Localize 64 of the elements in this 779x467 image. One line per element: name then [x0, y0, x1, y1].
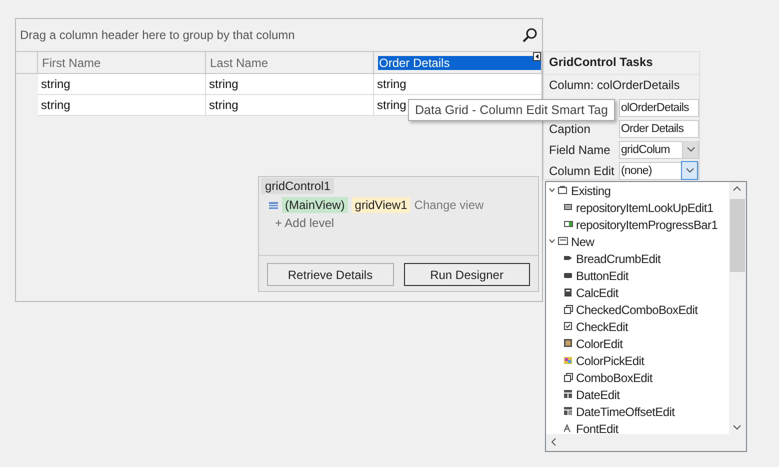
- change-view-link[interactable]: Change view: [414, 198, 484, 212]
- editor-icon: [564, 407, 573, 416]
- text-field[interactable]: olOrderDetails: [619, 98, 699, 116]
- tree-item[interactable]: CheckedComboBoxEdit: [546, 301, 729, 318]
- editor-icon: [564, 220, 573, 229]
- scrollbar-thumb[interactable]: [730, 199, 745, 272]
- editor-icon: [564, 356, 573, 365]
- tree-item[interactable]: ButtonEdit: [546, 267, 729, 284]
- tree-item[interactable]: repositoryItemLookUpEdit1: [546, 199, 729, 216]
- text-field[interactable]: Order Details: [619, 120, 699, 138]
- group-panel-hint: Drag a column header here to group by that column: [20, 28, 296, 42]
- view-name-node[interactable]: gridView1: [352, 197, 410, 213]
- editor-icon: [564, 305, 573, 314]
- editor-icon: [564, 424, 573, 433]
- add-level-link[interactable]: + Add level: [259, 213, 538, 230]
- folder-icon: [558, 186, 568, 195]
- editor-icon: [564, 373, 573, 382]
- main-view-node[interactable]: (MainView): [282, 197, 348, 213]
- tree-item[interactable]: CheckEdit: [546, 318, 729, 335]
- tree-item[interactable]: repositoryItemProgressBar1: [546, 216, 729, 233]
- tree-item[interactable]: CalcEdit: [546, 284, 729, 301]
- tree-group[interactable]: New: [546, 233, 729, 250]
- editor-icon: [564, 322, 573, 331]
- editor-icon: [564, 390, 573, 399]
- column-caption: Column: colOrderDetails: [544, 74, 699, 97]
- table-cell: string: [38, 95, 206, 116]
- table-cell: string: [206, 74, 374, 95]
- tree-item[interactable]: FontEdit: [546, 420, 729, 434]
- folder-icon: [558, 237, 568, 246]
- scroll-up-icon: [733, 186, 741, 191]
- chevron-down-icon: [549, 188, 555, 193]
- horizontal-scrollbar[interactable]: [546, 434, 746, 451]
- chevron-down-icon: [686, 147, 694, 152]
- designer-button[interactable]: Run Designer: [404, 263, 530, 286]
- search-icon: [522, 27, 538, 43]
- field-label: Column Edit: [549, 164, 616, 178]
- table-cell: string: [38, 74, 206, 95]
- tree-group[interactable]: Existing: [546, 182, 729, 199]
- vertical-scrollbar[interactable]: [729, 182, 746, 434]
- tree-item[interactable]: ColorEdit: [546, 335, 729, 352]
- tree-item[interactable]: ComboBoxEdit: [546, 369, 729, 386]
- combo-box[interactable]: gridColum: [619, 140, 699, 158]
- designer-button[interactable]: Retrieve Details: [267, 263, 394, 286]
- tree-item[interactable]: DateEdit: [546, 386, 729, 403]
- chevron-down-icon: [686, 168, 694, 173]
- editor-icon: [564, 203, 573, 212]
- combo-box[interactable]: (none): [619, 162, 699, 180]
- editor-icon: [564, 339, 573, 348]
- field-label: Caption: [549, 122, 592, 136]
- tooltip: Data Grid - Column Edit Smart Tag: [408, 99, 615, 121]
- field-label: Field Name: [549, 142, 612, 156]
- smart-tag-icon: [533, 52, 541, 61]
- chevron-down-icon: [549, 239, 555, 244]
- scroll-left-icon: [551, 438, 556, 446]
- editor-icon: [564, 288, 573, 297]
- tree-item[interactable]: ColorPickEdit: [546, 352, 729, 369]
- table-cell: string: [206, 95, 374, 116]
- table-cell: string: [374, 74, 542, 95]
- tasks-title: GridControl Tasks: [548, 54, 654, 71]
- tree-item[interactable]: DateTimeOffsetEdit: [546, 403, 729, 420]
- grid-control-node[interactable]: gridControl1: [261, 178, 334, 194]
- tree-item[interactable]: BreadCrumbEdit: [546, 250, 729, 267]
- grid-view-icon: [269, 202, 278, 208]
- scroll-down-icon: [733, 425, 741, 430]
